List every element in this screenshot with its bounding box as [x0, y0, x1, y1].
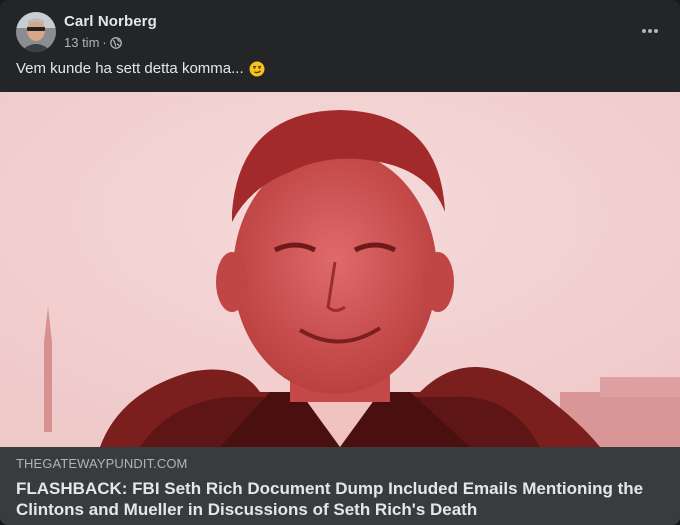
link-headline[interactable]: FLASHBACK: FBI Seth Rich Document Dump I… [16, 478, 664, 520]
author-name[interactable]: Carl Norberg [64, 13, 157, 30]
post-caption: Vem kunde ha sett detta komma... [16, 60, 265, 77]
more-options-button[interactable] [636, 19, 664, 43]
link-preview[interactable]: THEGATEWAYPUNDIT.COM FLASHBACK: FBI Seth… [0, 447, 680, 525]
post-photo[interactable] [0, 92, 680, 447]
post-meta: 13 tim · [64, 35, 122, 50]
more-options-icon [642, 29, 658, 33]
author-avatar[interactable] [16, 12, 56, 52]
smirk-emoji-icon [249, 61, 265, 77]
post-card: Carl Norberg 13 tim · Vem kunde ha sett … [0, 0, 680, 525]
post-time[interactable]: 13 tim [64, 35, 99, 50]
post-header: Carl Norberg 13 tim · [16, 12, 664, 56]
meta-separator: · [102, 35, 107, 50]
globe-icon[interactable] [109, 36, 122, 49]
link-domain: THEGATEWAYPUNDIT.COM [16, 456, 188, 471]
caption-text: Vem kunde ha sett detta komma... [16, 60, 244, 77]
portrait-image [0, 92, 680, 447]
